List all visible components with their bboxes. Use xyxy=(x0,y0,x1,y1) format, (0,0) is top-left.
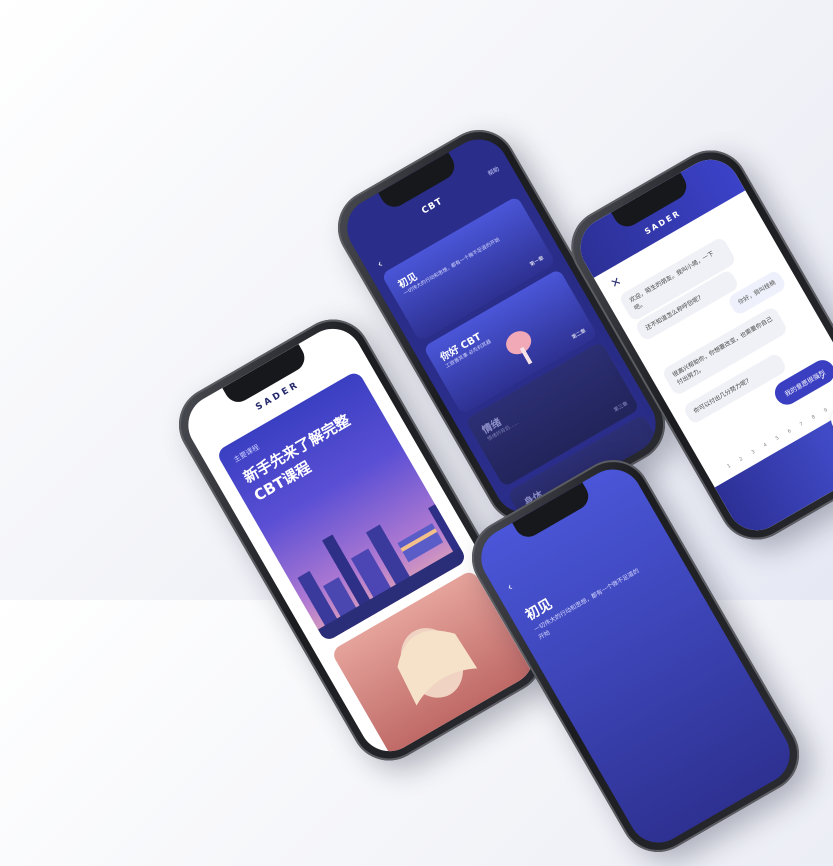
back-icon[interactable]: ‹ xyxy=(375,257,385,270)
stage-desc: 一切伟大的行动和思想，都有一个微不足道的开始 xyxy=(402,236,501,298)
scale-tick[interactable]: 1 xyxy=(726,463,732,470)
scale-tick[interactable]: 2 xyxy=(738,456,744,463)
chat-footer xyxy=(714,399,833,542)
scale-tick[interactable]: 3 xyxy=(750,449,756,456)
chat-bubble-user: 你好，我叫桂楠 xyxy=(726,269,788,317)
scale-tick[interactable]: 7 xyxy=(799,421,805,428)
scale-tick[interactable]: 5 xyxy=(775,435,781,442)
scale-tick[interactable]: 6 xyxy=(787,428,793,435)
close-icon[interactable]: ✕ xyxy=(608,274,624,291)
stage-number: 第二章 xyxy=(571,327,588,341)
scale-tick[interactable]: 8 xyxy=(811,414,817,421)
stage-number: 第三章 xyxy=(613,400,630,414)
course-title: 新手先来了解完整CBT课程 xyxy=(240,411,354,505)
back-icon[interactable]: ‹ xyxy=(505,580,515,593)
scale-tick[interactable]: 4 xyxy=(763,442,769,449)
scale-tick[interactable]: 9 xyxy=(823,407,829,414)
stage-number: 第一章 xyxy=(529,255,546,268)
